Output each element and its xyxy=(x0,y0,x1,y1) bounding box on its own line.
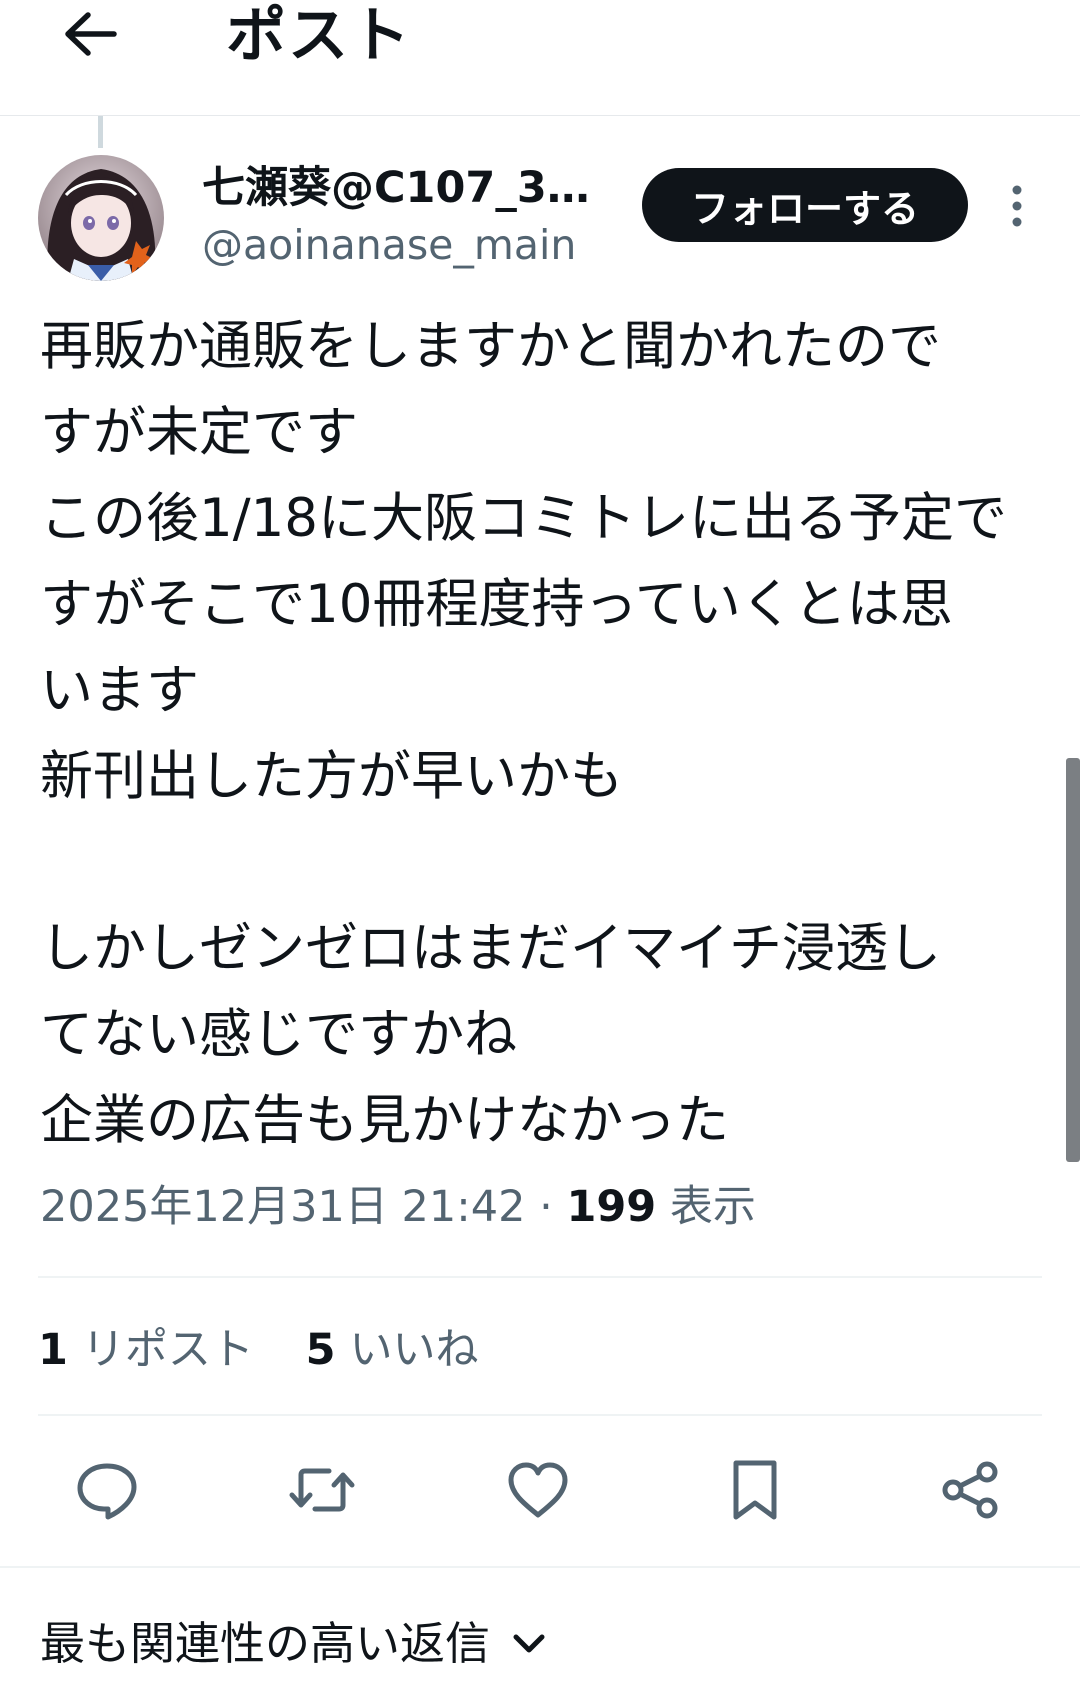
like-icon xyxy=(508,1462,568,1518)
avatar[interactable] xyxy=(38,155,164,281)
author-handle[interactable]: @aoinanase_main xyxy=(202,220,576,270)
replies-sort-label: 最も関連性の高い返信 xyxy=(40,1617,491,1670)
post-text: 再販か通販をしますかと聞かれたので すが未定です この後1/18に大阪コミトレに… xyxy=(40,316,1008,1151)
replies-sort-dropdown[interactable]: 最も関連性の高い返信 xyxy=(40,1614,546,1674)
repost-label: リポスト xyxy=(81,1325,254,1375)
bookmark-button[interactable] xyxy=(715,1450,795,1530)
share-button[interactable] xyxy=(931,1450,1011,1530)
like-label: いいね xyxy=(349,1325,479,1375)
reply-icon xyxy=(77,1463,137,1520)
top-bar: ポスト xyxy=(0,0,1080,116)
page-title: ポスト xyxy=(226,1,412,71)
chevron-down-icon xyxy=(513,1634,545,1653)
views-count: 199 xyxy=(566,1182,657,1232)
repost-count: 1 xyxy=(38,1325,68,1375)
share-icon xyxy=(942,1461,998,1519)
arrow-left-icon xyxy=(65,12,117,56)
post-meta: 2025年12月31日 21:42 · 199 表示 xyxy=(40,1177,756,1237)
engagement-stats: 1 リポスト 5 いいね xyxy=(38,1320,517,1380)
like-button[interactable] xyxy=(498,1450,578,1530)
bookmark-icon xyxy=(733,1460,777,1520)
more-options-button[interactable] xyxy=(994,178,1040,234)
divider xyxy=(0,1566,1080,1568)
like-stat[interactable]: 5 いいね xyxy=(306,1320,479,1380)
back-button[interactable] xyxy=(54,2,126,66)
repost-icon xyxy=(289,1468,355,1512)
vertical-dots-icon xyxy=(1012,185,1022,227)
views-label: 表示 xyxy=(669,1182,756,1232)
scrollbar[interactable] xyxy=(1066,758,1080,1162)
avatar-image xyxy=(38,155,164,281)
author-display-name[interactable]: 七瀬葵@C107_31... xyxy=(202,162,592,214)
repost-button[interactable] xyxy=(282,1450,362,1530)
follow-button[interactable]: フォローする xyxy=(642,168,968,242)
thread-connector-line xyxy=(98,116,103,148)
meta-separator: · xyxy=(539,1182,553,1232)
like-count: 5 xyxy=(305,1325,336,1375)
post-timestamp[interactable]: 2025年12月31日 21:42 xyxy=(40,1182,525,1232)
reply-button[interactable] xyxy=(67,1450,147,1530)
repost-stat[interactable]: 1 リポスト xyxy=(38,1320,254,1380)
divider xyxy=(38,1276,1042,1278)
action-bar xyxy=(0,1450,1080,1530)
divider xyxy=(38,1414,1042,1416)
